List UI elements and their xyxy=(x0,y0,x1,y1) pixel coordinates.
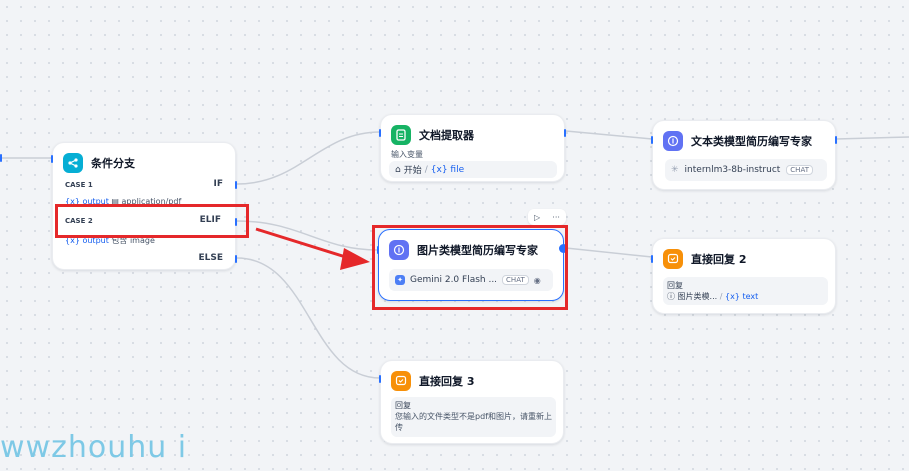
text-input-handle[interactable] xyxy=(651,136,653,144)
document-icon xyxy=(391,125,411,145)
text-expert-model-name: internlm3-8b-instruct xyxy=(684,165,781,175)
reply-icon xyxy=(391,371,411,391)
doc-header: 文档提取器 xyxy=(391,125,474,145)
workflow-canvas[interactable]: 条件分支 CASE 1 IF {x} output ▤ application/… xyxy=(0,0,909,471)
reply3-label: 回复 xyxy=(395,401,411,410)
edge-doc-text xyxy=(565,130,653,140)
text-expert-mode-badge: CHAT xyxy=(786,165,813,175)
else-label: ELSE xyxy=(198,253,223,263)
watermark: wwzhouhu i xyxy=(0,430,188,465)
reply2-header: 直接回复 2 xyxy=(663,249,746,269)
doc-extractor-node[interactable]: 文档提取器 输入变量 ⌂ 开始 / {x} file xyxy=(379,114,566,182)
reply3-node[interactable]: 直接回复 3 回复 您输入的文件类型不是pdf和图片，请重新上传 xyxy=(379,360,564,444)
case1-label: CASE 1 xyxy=(65,181,93,189)
reply3-text: 您输入的文件类型不是pdf和图片，请重新上传 xyxy=(395,412,552,432)
llm-mini-icon: ⓘ xyxy=(667,292,675,301)
more-icon[interactable]: ··· xyxy=(552,213,560,222)
home-icon: ⌂ xyxy=(395,164,401,175)
run-icon[interactable]: ▷ xyxy=(534,213,540,222)
annotation-box-image-expert xyxy=(372,225,568,310)
edge-else-reply3 xyxy=(236,257,381,379)
case1-handle[interactable] xyxy=(235,181,237,189)
annotation-box-elif xyxy=(55,204,249,238)
else-handle[interactable] xyxy=(235,255,237,263)
reply3-input-handle[interactable] xyxy=(379,375,381,383)
reply2-input-handle[interactable] xyxy=(651,255,653,263)
model-logo-icon: ✳ xyxy=(671,165,679,175)
condition-header: 条件分支 xyxy=(63,153,135,173)
reply3-title: 直接回复 3 xyxy=(419,375,475,388)
text-expert-header: 文本类模型简历编写专家 xyxy=(663,131,812,151)
reply2-node[interactable]: 直接回复 2 回复 ⓘ 图片类模... / {x} text xyxy=(651,238,836,314)
reply2-label: 回复 xyxy=(667,281,683,290)
start-node-handle[interactable] xyxy=(0,154,2,162)
doc-input-variable[interactable]: ⌂ 开始 / {x} file xyxy=(389,161,557,178)
text-output-handle[interactable] xyxy=(835,136,837,144)
reply2-title: 直接回复 2 xyxy=(691,253,747,266)
doc-title: 文档提取器 xyxy=(419,129,474,142)
edge-text-out xyxy=(835,136,909,140)
condition-input-handle[interactable] xyxy=(51,155,53,163)
text-expert-node[interactable]: 文本类模型简历编写专家 ✳ internlm3-8b-instruct CHAT xyxy=(651,120,837,190)
doc-output-handle[interactable] xyxy=(564,129,566,137)
edge-if-doc xyxy=(236,131,381,185)
reply3-content[interactable]: 回复 您输入的文件类型不是pdf和图片，请重新上传 xyxy=(391,397,556,437)
doc-input-label: 输入变量 xyxy=(391,150,423,159)
text-expert-title: 文本类模型简历编写专家 xyxy=(691,135,812,148)
llm-icon xyxy=(663,131,683,151)
case1-result: IF xyxy=(213,179,224,189)
node-toolbar: ▷ ··· xyxy=(528,209,566,225)
condition-title: 条件分支 xyxy=(91,157,135,170)
edge-image-reply2 xyxy=(565,247,653,258)
doc-input-handle[interactable] xyxy=(379,129,381,137)
text-expert-model[interactable]: ✳ internlm3-8b-instruct CHAT xyxy=(665,159,827,181)
annotation-arrowhead xyxy=(340,248,370,270)
reply2-variable: ⓘ 图片类模... / {x} text xyxy=(667,292,759,301)
reply2-content[interactable]: 回复 ⓘ 图片类模... / {x} text xyxy=(663,277,828,305)
branch-icon xyxy=(63,153,83,173)
reply-icon xyxy=(663,249,683,269)
reply3-header: 直接回复 3 xyxy=(391,371,474,391)
